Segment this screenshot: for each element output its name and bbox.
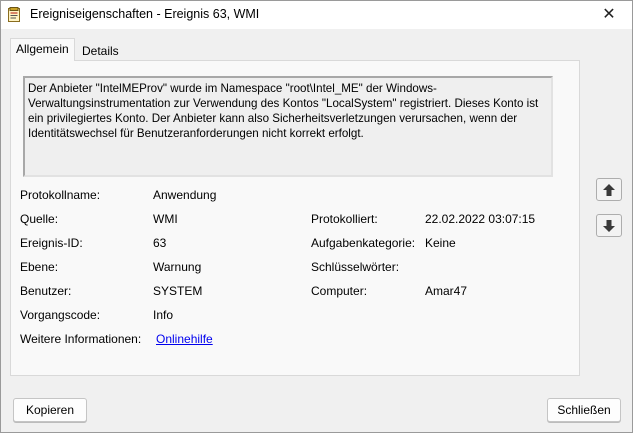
ereignis-id-label: Ereignis-ID: xyxy=(20,236,83,250)
weitere-informationen-label: Weitere Informationen: xyxy=(20,332,142,346)
quelle-label: Quelle: xyxy=(20,212,59,226)
vorgangscode-value: Info xyxy=(153,308,174,322)
tab-details[interactable]: Details xyxy=(77,40,124,61)
event-viewer-icon xyxy=(8,7,20,22)
window-title: Ereigniseigenschaften - Ereignis 63, WMI xyxy=(30,7,260,21)
protokollname-value: Anwendung xyxy=(153,188,217,202)
tab-allgemein[interactable]: Allgemein xyxy=(10,38,75,61)
ebene-label: Ebene: xyxy=(20,260,59,274)
protokolliert-value: 22.02.2022 03:07:15 xyxy=(425,212,536,226)
copy-button[interactable]: Kopieren xyxy=(13,398,87,422)
event-description[interactable]: Der Anbieter "IntelMEProv" wurde im Name… xyxy=(23,76,553,177)
arrow-up-icon xyxy=(603,183,615,196)
computer-value: Amar47 xyxy=(425,284,468,298)
schluesselwoerter-label: Schlüsselwörter: xyxy=(311,260,400,274)
aufgabenkategorie-value: Keine xyxy=(425,236,456,250)
ebene-value: Warnung xyxy=(153,260,202,274)
title-bar: Ereigniseigenschaften - Ereignis 63, WMI… xyxy=(1,1,632,29)
previous-event-button[interactable] xyxy=(596,178,622,201)
benutzer-label: Benutzer: xyxy=(20,284,72,298)
onlinehilfe-link[interactable]: Onlinehilfe xyxy=(156,332,213,346)
arrow-down-icon xyxy=(603,219,615,232)
next-event-button[interactable] xyxy=(596,214,622,237)
benutzer-value: SYSTEM xyxy=(153,284,203,298)
event-properties-window: Ereigniseigenschaften - Ereignis 63, WMI… xyxy=(0,0,633,433)
close-window-button[interactable]: ✕ xyxy=(586,1,632,29)
computer-label: Computer: xyxy=(311,284,368,298)
protokollname-label: Protokollname: xyxy=(20,188,101,202)
quelle-value: WMI xyxy=(153,212,178,226)
vorgangscode-label: Vorgangscode: xyxy=(20,308,101,322)
protokolliert-label: Protokolliert: xyxy=(311,212,378,226)
close-button[interactable]: Schließen xyxy=(547,398,621,422)
aufgabenkategorie-label: Aufgabenkategorie: xyxy=(311,236,416,250)
ereignis-id-value: 63 xyxy=(153,236,167,250)
close-icon: ✕ xyxy=(602,6,616,23)
